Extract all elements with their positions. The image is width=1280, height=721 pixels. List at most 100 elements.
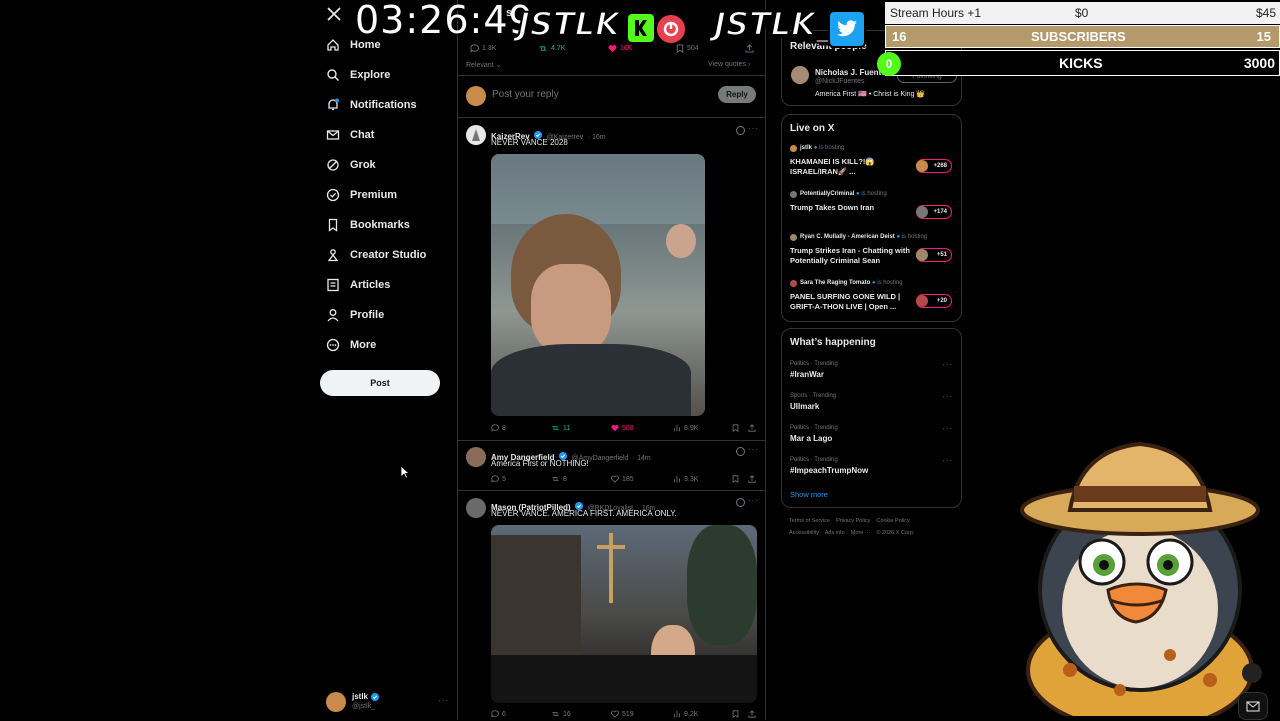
nav-item-chat[interactable]: Chat <box>326 128 374 142</box>
like-action[interactable]: 519 <box>611 710 634 718</box>
bookmark-count[interactable]: 504 <box>676 44 699 53</box>
more-dots-icon[interactable]: ··· <box>438 696 449 705</box>
home-icon <box>327 39 339 51</box>
views-action[interactable]: 8.9K <box>673 424 698 432</box>
subscribers-goal-bar: 16 SUBSCRIBERS 15 <box>885 25 1280 48</box>
avatar <box>790 234 797 241</box>
share-icon[interactable] <box>748 475 756 483</box>
kicks-goal-bar: 0 KICKS 3000 <box>877 50 1280 76</box>
show-more-link[interactable]: Show more <box>790 490 828 499</box>
reply-button[interactable]: Reply <box>718 86 756 103</box>
more-dots-icon[interactable]: ··· <box>942 360 953 369</box>
heart-icon <box>608 45 617 53</box>
more-dots-icon[interactable]: ··· <box>748 124 759 133</box>
footer-links[interactable]: Terms of Service Privacy Policy Cookie P… <box>789 518 910 524</box>
repost-icon <box>539 46 547 51</box>
bookmark-icon <box>328 218 338 232</box>
like-action[interactable]: 508 <box>611 424 634 432</box>
footer-links[interactable]: Accessibility Ads info More ··· © 2026 X… <box>789 530 914 536</box>
account-switcher[interactable]: jstlk @jstlk_ ··· <box>326 690 451 716</box>
mail-icon <box>1246 701 1260 711</box>
grok-icon[interactable] <box>736 126 745 135</box>
main-column: st 1.3K 4.7K 16K 504 Relevant ⌄ View quo… <box>458 0 765 720</box>
like-action[interactable]: 185 <box>611 475 634 483</box>
messages-button[interactable] <box>1238 692 1268 720</box>
nav-item-explore[interactable]: Explore <box>326 68 390 82</box>
bookmark-icon[interactable] <box>732 475 739 483</box>
live-host: PotentiallyCriminal ● is hosting <box>800 191 887 197</box>
verified-badge-icon: ● <box>813 145 818 151</box>
divider <box>458 75 765 76</box>
reply-count[interactable]: 1.3K <box>470 44 496 53</box>
nav-item-label: Bookmarks <box>350 219 410 231</box>
whats-happening-card: What’s happening Politics · Trending #Ira… <box>781 328 962 508</box>
nav-item-premium[interactable]: Premium <box>326 188 397 202</box>
repost-count[interactable]: 4.7K <box>538 44 565 53</box>
nav-item-grok[interactable]: Grok <box>326 158 376 172</box>
reply-action[interactable]: 8 <box>491 424 506 432</box>
grok-fab-icon[interactable] <box>1242 663 1262 683</box>
tweet-photo[interactable] <box>491 525 757 703</box>
stream-hours-max: $45 <box>1255 6 1276 20</box>
views-action[interactable]: 9.2K <box>673 710 698 718</box>
bookmark-icon[interactable] <box>732 710 739 718</box>
trend-name: Mar a Lago <box>790 434 833 443</box>
mail-icon <box>326 130 340 140</box>
avatar <box>916 249 928 261</box>
share-icon[interactable] <box>745 44 754 53</box>
more-dots-icon[interactable]: ··· <box>942 424 953 433</box>
repost-action[interactable]: 16 <box>551 710 571 718</box>
repost-action[interactable]: 11 <box>551 424 570 432</box>
avatar <box>916 206 928 218</box>
post-button[interactable]: Post <box>320 370 440 396</box>
nav-item-profile[interactable]: Profile <box>326 308 384 322</box>
more-dots-icon[interactable]: ··· <box>748 496 759 505</box>
trend-category: Sports · Trending <box>790 393 837 399</box>
tweet-photo[interactable] <box>491 154 705 416</box>
person-name[interactable]: Nicholas J. Fuentes <box>815 68 885 77</box>
live-title: KHAMANEI IS KILL?!😱 ISRAEL/IRAN🚀 ... <box>790 157 875 176</box>
grok-icon[interactable] <box>736 447 745 456</box>
divider <box>765 0 766 720</box>
card-title: Live on X <box>790 123 835 134</box>
tweet[interactable]: Mason (PatriotPilled) @RKDLoyalist · 16m… <box>458 491 765 720</box>
nav-item-bookmarks[interactable]: Bookmarks <box>326 218 410 232</box>
verified-badge-icon: ● <box>856 191 860 197</box>
account-handle: @jstlk_ <box>352 703 376 710</box>
more-dots-icon[interactable]: ··· <box>942 392 953 401</box>
reply-input[interactable]: Post your reply <box>492 89 559 100</box>
grok-icon[interactable] <box>736 498 745 507</box>
tweet[interactable]: KaizerRev @Kaizerrev · 16m ··· NEVER VAN… <box>458 118 765 440</box>
bookmark-icon[interactable] <box>732 424 739 432</box>
share-icon[interactable] <box>748 424 756 432</box>
nav-item-label: Creator Studio <box>350 249 427 261</box>
views-action[interactable]: 3.3K <box>673 475 698 483</box>
x-logo-icon[interactable] <box>326 6 342 22</box>
views-icon <box>674 710 680 718</box>
kicks-goal: 3000 <box>1243 55 1275 71</box>
nav-item-notifications[interactable]: Notifications <box>326 98 417 112</box>
kicks-label: KICKS <box>1059 55 1103 71</box>
sort-dropdown[interactable]: Relevant ⌄ <box>466 61 501 69</box>
subs-count: 16 <box>892 29 907 44</box>
reply-action[interactable]: 5 <box>491 475 506 483</box>
nav-item-creator-studio[interactable]: Creator Studio <box>326 248 426 262</box>
avatar <box>790 191 797 198</box>
tweet[interactable]: Amy Dangerfield @AmyDangerfield · 14m ··… <box>458 441 765 490</box>
view-quotes-link[interactable]: View quotes › <box>708 61 750 68</box>
like-count[interactable]: 16K <box>608 44 632 53</box>
share-icon[interactable] <box>748 710 756 718</box>
bell-icon <box>328 98 339 111</box>
stream-hours-bar: Stream Hours +1 $0 $45 <box>885 2 1280 24</box>
search-icon <box>327 69 339 81</box>
nav-item-more[interactable]: More <box>326 338 376 352</box>
trend-category: Politics · Trending <box>790 425 838 431</box>
more-dots-icon[interactable]: ··· <box>942 456 953 465</box>
subs-goal: 15 <box>1256 29 1271 44</box>
nav-item-label: Chat <box>350 129 375 141</box>
avatar[interactable] <box>791 66 809 84</box>
nav-item-articles[interactable]: Articles <box>326 278 390 292</box>
more-dots-icon[interactable]: ··· <box>748 445 759 454</box>
repost-action[interactable]: 8 <box>551 475 567 483</box>
reply-action[interactable]: 6 <box>491 710 506 718</box>
